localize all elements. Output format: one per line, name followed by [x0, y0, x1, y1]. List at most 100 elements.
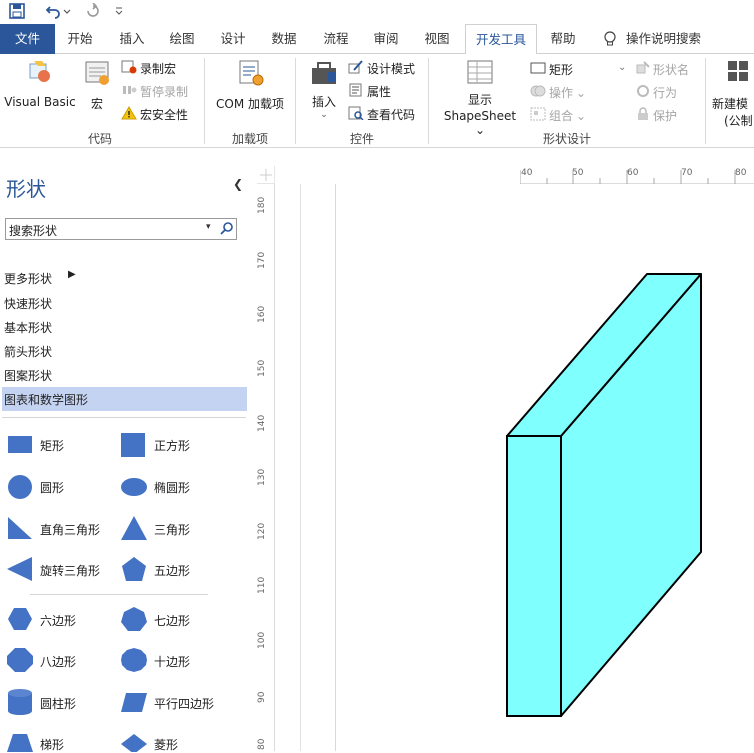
tab-developer[interactable]: 开发工具	[465, 24, 537, 55]
parallelogram-shape-icon	[121, 693, 147, 712]
undo-icon[interactable]	[44, 2, 62, 20]
operations-icon	[530, 84, 546, 101]
trapezoid-shape-icon	[7, 734, 33, 752]
tab-design[interactable]: 设计	[211, 24, 255, 54]
toolbox-icon	[308, 62, 340, 91]
block-3d-shape[interactable]	[500, 268, 706, 722]
collapse-panel-icon[interactable]: ❮	[233, 177, 243, 191]
redo-icon[interactable]	[84, 2, 102, 20]
stencil-trapezoid[interactable]: 梯形	[6, 732, 64, 752]
rectangle-button[interactable]: 矩形	[530, 61, 573, 78]
macros-icon	[83, 61, 111, 91]
menu-more-shapes[interactable]: 更多形状 ▶	[4, 269, 76, 287]
shapes-search-input[interactable]: 搜索形状 ▾	[5, 218, 237, 240]
tab-insert[interactable]: 插入	[110, 24, 154, 54]
stencil-square[interactable]: 正方形	[120, 433, 190, 457]
com-addins-icon	[234, 60, 266, 91]
square-shape-icon	[121, 433, 145, 457]
vertical-ruler[interactable]: 180 170 160 150 140 130 120 110 100 90 8…	[255, 184, 275, 751]
show-shapesheet-button[interactable]: 显示 ShapeSheet ⌄	[438, 58, 522, 137]
horizontal-ruler-ticks	[520, 170, 736, 184]
rectangle-shape-icon	[8, 436, 32, 453]
menu-basic-shapes[interactable]: 基本形状	[4, 319, 52, 336]
design-mode-button[interactable]: 设计模式	[348, 60, 415, 77]
stencil-triangle[interactable]: 三角形	[120, 515, 190, 541]
undo-dropdown-icon[interactable]	[62, 2, 72, 20]
group-separator	[705, 58, 706, 144]
ellipse-shape-icon	[121, 478, 147, 496]
rectangle-icon	[530, 62, 546, 77]
tab-view[interactable]: 视图	[415, 24, 459, 54]
tab-data[interactable]: 数据	[262, 24, 306, 54]
shape-name-button: 形状名	[636, 61, 689, 78]
quick-access-toolbar	[0, 0, 754, 24]
menu-pattern-shapes[interactable]: 图案形状	[4, 367, 52, 384]
properties-button[interactable]: 属性	[348, 83, 391, 100]
stencil-right-triangle[interactable]: 直角三角形	[6, 515, 100, 541]
com-addins-label: COM 加载项	[216, 97, 284, 111]
stencil-rotated-triangle[interactable]: 旋转三角形	[6, 556, 100, 582]
group-icon	[530, 107, 546, 124]
tab-file[interactable]: 文件	[0, 24, 55, 54]
group-button: 组合 ⌄	[530, 107, 586, 124]
com-addins-button[interactable]: COM 加载项	[210, 58, 290, 112]
macros-button[interactable]: 宏	[80, 58, 114, 112]
group-label-code: 代码	[87, 132, 112, 146]
menu-arrow-shapes[interactable]: 箭头形状	[4, 343, 52, 360]
insert-control-button[interactable]: 插入 ⌄	[304, 58, 344, 120]
rotated-triangle-shape-icon	[7, 557, 32, 581]
stencil-decagon[interactable]: 十边形	[120, 647, 190, 673]
page-guide-margin	[335, 184, 336, 751]
stencil-octagon[interactable]: 八边形	[6, 647, 76, 673]
stencil-heptagon[interactable]: 七边形	[120, 606, 190, 632]
stencil-parallelogram[interactable]: 平行四边形	[120, 688, 214, 716]
rectangle-dropdown-icon[interactable]: ⌄	[618, 62, 626, 73]
stencil-circle[interactable]: 圆形	[6, 474, 64, 500]
search-dropdown-icon[interactable]: ▾	[206, 222, 211, 232]
pentagon-shape-icon	[122, 557, 146, 581]
visual-basic-button[interactable]: Visual Basic	[4, 58, 76, 109]
stencil-ellipse[interactable]: 椭圆形	[120, 474, 190, 500]
chevron-right-icon: ▶	[68, 269, 76, 280]
view-code-button[interactable]: 查看代码	[348, 106, 415, 123]
ribbon-tabs: 文件 开始 插入 绘图 设计 数据 流程 审阅 视图 开发工具 帮助 操作说明搜…	[0, 24, 754, 55]
visual-basic-icon	[24, 61, 56, 89]
lock-icon	[636, 107, 650, 124]
divider	[2, 417, 246, 418]
tab-help[interactable]: 帮助	[541, 24, 585, 54]
save-icon[interactable]	[8, 2, 26, 20]
group-separator	[428, 58, 429, 144]
grid-icon	[726, 61, 750, 89]
stencil-pentagon[interactable]: 五边形	[120, 556, 190, 582]
tab-draw[interactable]: 绘图	[160, 24, 204, 54]
pause-recording-button: 暂停录制	[121, 83, 188, 100]
shapesheet-icon	[465, 60, 495, 89]
menu-quick-shapes[interactable]: 快速形状	[4, 295, 52, 312]
macro-security-button[interactable]: 宏安全性	[121, 106, 188, 123]
group-label-shape-design: 形状设计	[542, 132, 591, 146]
group-label-controls: 控件	[349, 132, 374, 146]
new-template-button[interactable]: 新建模 (公制	[712, 58, 754, 129]
visual-basic-label: Visual Basic	[4, 95, 76, 109]
hexagon-shape-icon	[8, 608, 32, 630]
customize-icon[interactable]	[114, 2, 124, 20]
stencil-diamond[interactable]: 菱形	[120, 732, 178, 752]
right-triangle-shape-icon	[8, 517, 32, 539]
octagon-shape-icon	[7, 648, 33, 672]
tab-process[interactable]: 流程	[314, 24, 358, 54]
tab-home[interactable]: 开始	[58, 24, 102, 54]
tell-me-search[interactable]: 操作说明搜索	[626, 24, 716, 54]
search-icon[interactable]	[220, 221, 234, 238]
tab-review[interactable]: 审阅	[364, 24, 408, 54]
triangle-shape-icon	[121, 516, 147, 540]
record-macro-button[interactable]: 录制宏	[121, 60, 176, 77]
stencil-rectangle[interactable]: 矩形	[6, 433, 64, 455]
horizontal-ruler[interactable]: 40 50 60 70 80	[520, 166, 754, 184]
ruler-corner[interactable]	[257, 166, 275, 184]
properties-icon	[348, 83, 364, 100]
stencil-hexagon[interactable]: 六边形	[6, 606, 76, 632]
menu-charts-math-shapes[interactable]: 图表和数学图形	[4, 391, 88, 408]
new-template-label-2: (公制	[724, 114, 753, 128]
stencil-cylinder[interactable]: 圆柱形	[6, 688, 76, 716]
search-placeholder: 搜索形状	[9, 224, 58, 238]
